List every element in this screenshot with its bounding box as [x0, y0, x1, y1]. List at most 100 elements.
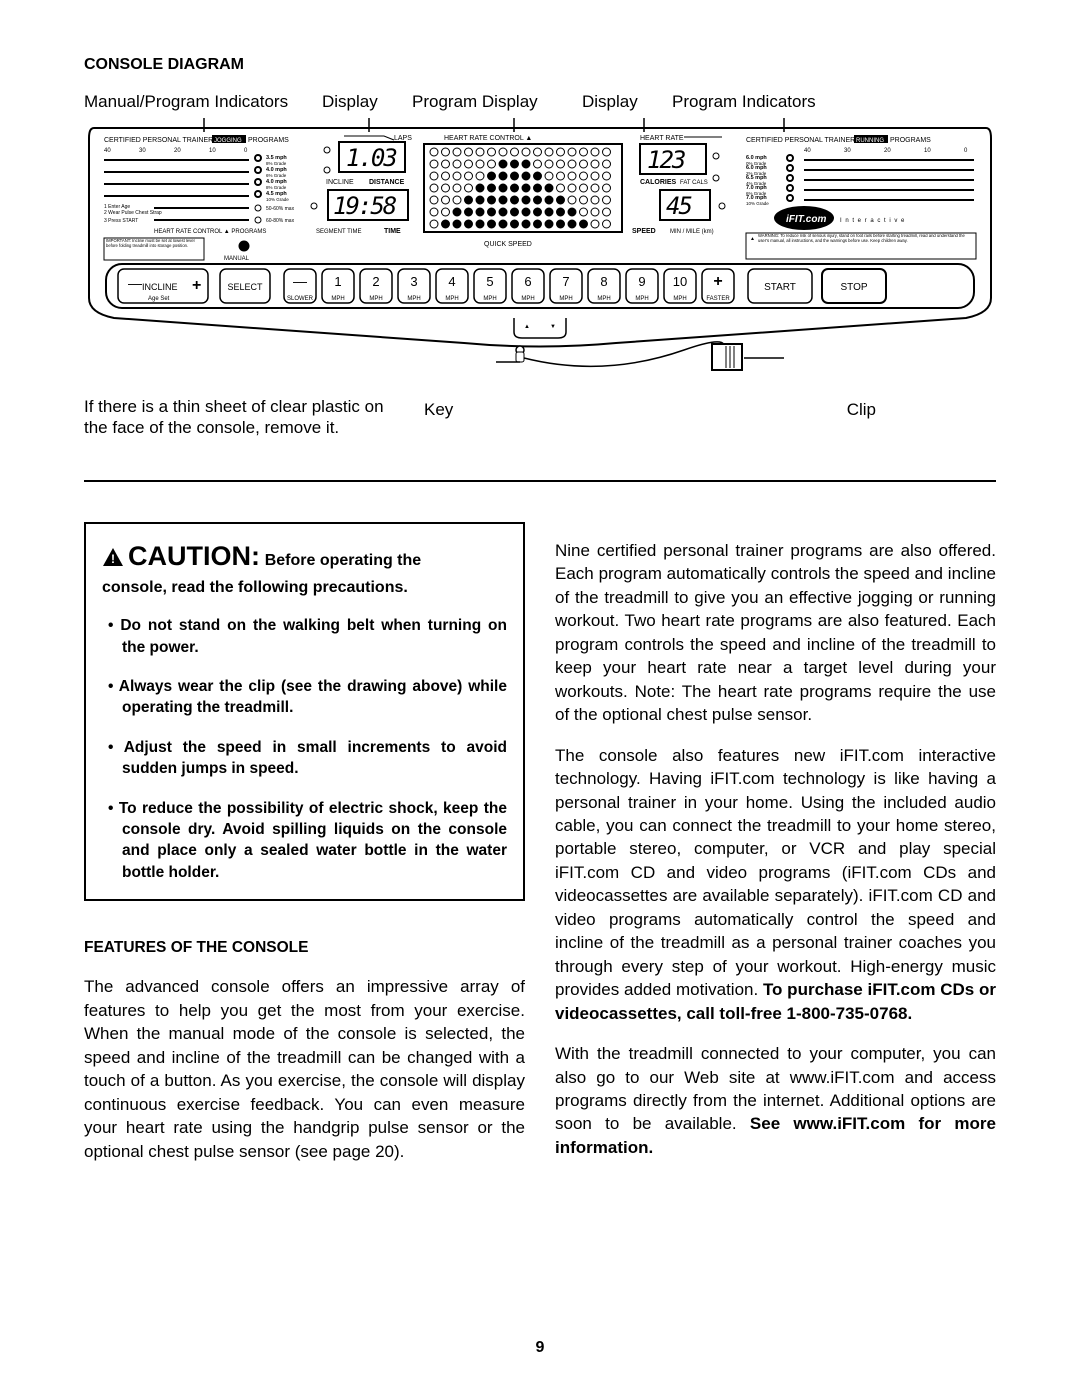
svg-text:MIN / MILE (km): MIN / MILE (km) — [670, 229, 714, 235]
manual-page: CONSOLE DIAGRAM Manual/Program Indicator… — [0, 0, 1080, 1397]
right-p2: The console also features new iFIT.com i… — [555, 744, 996, 1025]
svg-text:10: 10 — [924, 148, 931, 154]
svg-text:PROGRAMS: PROGRAMS — [248, 137, 289, 144]
label-program-display: Program Display — [412, 92, 562, 112]
console-diagram-wrap: Manual/Program Indicators Display Progra… — [84, 92, 996, 458]
console-svg: CERTIFIED PERSONAL TRAINER JOGGING PROGR… — [84, 118, 996, 378]
svg-text:▲: ▲ — [524, 324, 530, 330]
caution-lead: Before operating the — [265, 552, 421, 569]
svg-text:!: ! — [111, 552, 115, 566]
label-clip: Clip — [847, 400, 876, 420]
svg-text:10% Grade: 10% Grade — [266, 197, 289, 202]
svg-text:10% Grade: 10% Grade — [746, 201, 769, 206]
svg-text:RUNNING: RUNNING — [856, 138, 884, 144]
svg-text:8% Grade: 8% Grade — [266, 185, 287, 190]
svg-text:SELECT: SELECT — [227, 282, 263, 292]
svg-text:30: 30 — [139, 148, 146, 154]
svg-text:8: 8 — [600, 274, 607, 289]
svg-text:20: 20 — [884, 148, 891, 154]
svg-text:5: 5 — [486, 274, 493, 289]
svg-text:FASTER: FASTER — [706, 296, 730, 302]
svg-text:2 Wear Pulse Chest Strap: 2 Wear Pulse Chest Strap — [104, 210, 162, 216]
svg-text:+: + — [192, 277, 201, 294]
caution-item: • Do not stand on the walking belt when … — [108, 615, 507, 658]
svg-text:SPEED: SPEED — [632, 228, 656, 235]
svg-text:123: 123 — [647, 146, 685, 174]
svg-text:QUICK SPEED: QUICK SPEED — [484, 241, 532, 248]
svg-text:I n t e r a c t i v e: I n t e r a c t i v e — [840, 218, 905, 224]
svg-text:SEGMENT TIME: SEGMENT TIME — [316, 229, 361, 235]
svg-text:Age Set: Age Set — [148, 296, 170, 302]
features-title: FEATURES OF THE CONSOLE — [84, 937, 525, 958]
clear-plastic-note: If there is a thin sheet of clear plasti… — [84, 396, 404, 439]
caution-list: • Do not stand on the walking belt when … — [102, 615, 507, 883]
svg-text:1.03: 1.03 — [346, 144, 396, 172]
label-program-indicators: Program Indicators — [672, 92, 816, 112]
caution-item: • Adjust the speed in small increments t… — [108, 737, 507, 780]
section-title: CONSOLE DIAGRAM — [84, 56, 996, 74]
svg-text:TIME: TIME — [384, 228, 401, 235]
below-console-labels: If there is a thin sheet of clear plasti… — [84, 378, 996, 458]
warning-icon: ! — [102, 547, 124, 573]
caution-item: • Always wear the clip (see the drawing … — [108, 676, 507, 719]
svg-text:6% Grade: 6% Grade — [266, 173, 287, 178]
svg-text:50-60% max: 50-60% max — [266, 206, 295, 212]
body-columns: ! CAUTION: Before operating the console,… — [84, 522, 996, 1180]
svg-text:8% Grade: 8% Grade — [266, 161, 287, 166]
svg-text:CALORIES: CALORIES — [640, 179, 677, 186]
caution-word: CAUTION: — [128, 541, 260, 571]
svg-text:19:58: 19:58 — [333, 192, 397, 220]
svg-text:INCLINE: INCLINE — [326, 179, 354, 186]
svg-text:MPH: MPH — [369, 296, 382, 302]
svg-text:MPH: MPH — [521, 296, 534, 302]
svg-text:MPH: MPH — [331, 296, 344, 302]
svg-text:1: 1 — [334, 274, 341, 289]
svg-text:SLOWER: SLOWER — [287, 296, 314, 302]
diagram-top-labels: Manual/Program Indicators Display Progra… — [84, 92, 996, 112]
svg-text:20: 20 — [174, 148, 181, 154]
svg-text:iFIT.com: iFIT.com — [786, 214, 826, 225]
svg-text:START: START — [764, 282, 796, 293]
svg-text:—: — — [128, 275, 142, 291]
svg-text:2: 2 — [372, 274, 379, 289]
svg-text:MPH: MPH — [559, 296, 572, 302]
label-manual-program: Manual/Program Indicators — [84, 92, 302, 112]
svg-text:DISTANCE: DISTANCE — [369, 179, 405, 186]
svg-text:7: 7 — [562, 274, 569, 289]
svg-text:FAT CALS: FAT CALS — [680, 180, 708, 186]
svg-text:10: 10 — [209, 148, 216, 154]
svg-text:10: 10 — [673, 274, 687, 289]
svg-text:MPH: MPH — [597, 296, 610, 302]
svg-text:MPH: MPH — [407, 296, 420, 302]
svg-text:HEART RATE CONTROL ▲: HEART RATE CONTROL ▲ — [444, 135, 532, 142]
caution-box: ! CAUTION: Before operating the console,… — [84, 522, 525, 901]
svg-text:HEART RATE: HEART RATE — [640, 135, 684, 142]
svg-text:PROGRAMS: PROGRAMS — [890, 137, 931, 144]
svg-text:3 Press START: 3 Press START — [104, 218, 138, 224]
svg-text:3: 3 — [410, 274, 417, 289]
separator — [84, 480, 996, 482]
right-p1: Nine certified personal trainer programs… — [555, 539, 996, 727]
svg-text:40: 40 — [104, 148, 111, 154]
svg-text:INCLINE: INCLINE — [142, 282, 178, 292]
caution-heading: ! CAUTION: Before operating the — [102, 538, 507, 575]
svg-text:MANUAL: MANUAL — [224, 256, 250, 262]
right-column: Nine certified personal trainer programs… — [555, 522, 996, 1180]
svg-text:▼: ▼ — [550, 324, 556, 330]
svg-text:▲: ▲ — [750, 236, 755, 242]
page-number: 9 — [0, 1339, 1080, 1357]
svg-text:MPH: MPH — [673, 296, 686, 302]
svg-text:HEART RATE CONTROL ▲ PROGRAMS: HEART RATE CONTROL ▲ PROGRAMS — [154, 229, 266, 235]
svg-text:MPH: MPH — [445, 296, 458, 302]
label-display1: Display — [322, 92, 392, 112]
svg-text:60-80% max: 60-80% max — [266, 218, 295, 224]
svg-text:45: 45 — [666, 192, 691, 220]
svg-text:40: 40 — [804, 148, 811, 154]
svg-text:30: 30 — [844, 148, 851, 154]
right-p3: With the treadmill connected to your com… — [555, 1042, 996, 1159]
svg-text:STOP: STOP — [840, 282, 867, 293]
svg-text:MPH: MPH — [635, 296, 648, 302]
label-display2: Display — [582, 92, 652, 112]
svg-text:MPH: MPH — [483, 296, 496, 302]
svg-text:4: 4 — [448, 274, 455, 289]
